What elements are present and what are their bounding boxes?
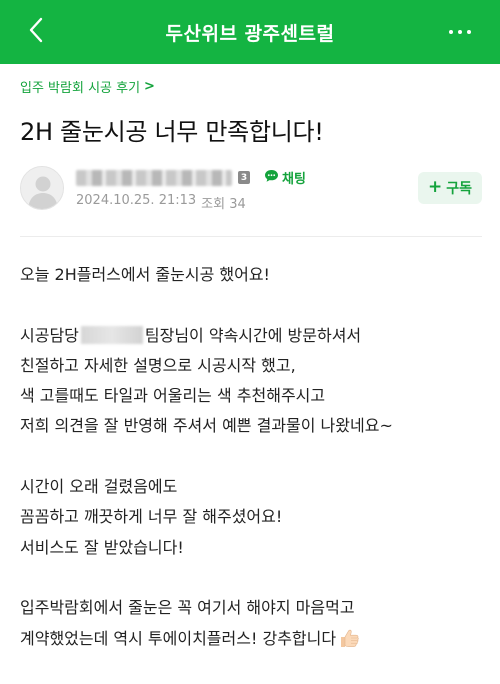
board-breadcrumb[interactable]: 입주 박람회 시공 후기 > (20, 77, 155, 96)
body-line: 계약했었는데 역시 투에이치플러스! 강추합니다 (20, 624, 490, 654)
body-line: 입주박람회에서 줄눈은 꼭 여기서 해야지 마음먹고 (20, 598, 355, 618)
body-line: 시공담당 팀장님이 약속시간에 방문하셔서 (20, 321, 490, 351)
subscribe-label: 구독 (446, 181, 472, 197)
plus-icon: + (427, 177, 443, 197)
paragraph: 입주박람회에서 줄눈은 꼭 여기서 해야지 마음먹고 계약했었는데 역시 투에이… (20, 593, 490, 654)
body-line: 서비스도 잘 받았습니다! (20, 537, 184, 557)
default-avatar-icon (21, 167, 63, 209)
paragraph: 시간이 오래 걸렸음에도 꼼꼼하고 깨끗하게 너무 잘 해주셨어요! 서비스도 … (20, 472, 490, 563)
body-line: 저희 의견을 잘 반영해 주셔서 예쁜 결과물이 나왔네요~ (20, 416, 393, 436)
body-text: 팀장님이 약속시간에 방문하셔서 (144, 325, 362, 345)
post-body: 오늘 2H플러스에서 줄눈시공 했어요! 시공담당 팀장님이 약속시간에 방문하셔… (20, 260, 490, 684)
cafe-title: 두산위브 광주센트럴 (165, 22, 335, 45)
view-count: 조회 34 (201, 197, 246, 212)
paragraph: 시공담당 팀장님이 약속시간에 방문하셔서 친절하고 자세한 설명으로 시공시작 … (20, 321, 490, 442)
body-line: 색 고를때도 타일과 어울리는 색 추천해주시고 (20, 386, 326, 406)
redacted-name (80, 325, 143, 344)
paragraph: 오늘 2H플러스에서 줄눈시공 했어요! (20, 260, 490, 290)
post-date: 2024.10.25. 21:13 (76, 193, 197, 208)
avatar[interactable] (20, 166, 64, 210)
author-nickname-blurred[interactable] (76, 170, 232, 186)
back-button[interactable] (22, 17, 50, 47)
board-name: 입주 박람회 시공 후기 (20, 81, 141, 96)
author-info: 3 채팅 2024.10.25. 21:13 조회 34 + 구독 (20, 166, 482, 216)
body-line: 시간이 오래 걸렸음에도 (20, 477, 178, 497)
more-options-button[interactable] (442, 20, 478, 44)
chevron-right-icon: > (144, 79, 155, 94)
body-line: 오늘 2H플러스에서 줄눈시공 했어요! (20, 265, 270, 284)
chevron-left-icon (28, 17, 44, 47)
body-line: 꼼꼼하고 깨끗하게 너무 잘 해주셨어요! (20, 507, 283, 527)
chat-label: 채팅 (282, 172, 306, 187)
post-meta: 2024.10.25. 21:13 조회 34 (76, 193, 246, 212)
body-text: 시공담당 (20, 325, 79, 345)
body-line: 친절하고 자세한 설명으로 시공시작 했고, (20, 355, 296, 375)
divider (20, 236, 482, 237)
chat-bubble-icon (264, 169, 279, 187)
post-title: 2H 줄눈시공 너무 만족합니다! (20, 118, 324, 146)
body-text: 계약했었는데 역시 투에이치플러스! 강추합니다 (20, 628, 337, 648)
subscribe-button[interactable]: + 구독 (418, 172, 482, 204)
chat-button[interactable]: 채팅 (264, 168, 306, 187)
member-level-badge: 3 (238, 171, 250, 184)
thumbs-up-icon (338, 627, 360, 649)
more-dots-icon (449, 30, 453, 34)
top-app-bar: 두산위브 광주센트럴 (0, 0, 500, 64)
